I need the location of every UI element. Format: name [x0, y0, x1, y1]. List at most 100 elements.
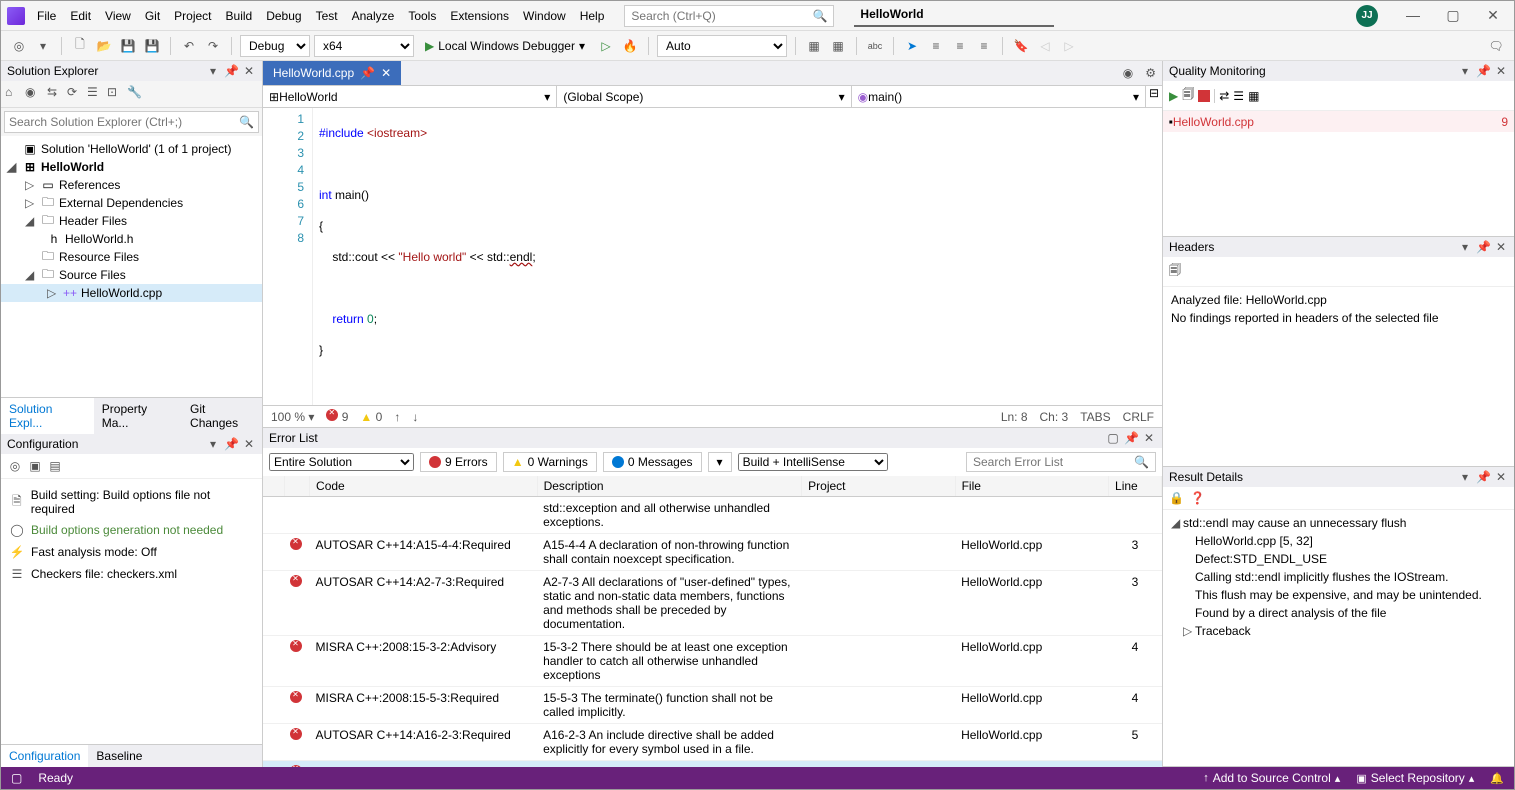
table-row[interactable]: AUTOSAR C++14:A16-2-3:RequiredA16-2-3 An… — [263, 724, 1162, 761]
show-all-icon[interactable]: ⊡ — [107, 85, 125, 103]
code-content[interactable]: #include <iostream> int main() { std::co… — [313, 108, 1162, 405]
tree-header-h[interactable]: hHelloWorld.h — [1, 230, 262, 248]
errors-filter[interactable]: 9 Errors — [420, 452, 497, 472]
menu-extensions[interactable]: Extensions — [450, 9, 509, 23]
start-debug-button[interactable]: ▶Local Windows Debugger▾ — [418, 36, 592, 56]
switch-view-icon[interactable]: ◉ — [25, 85, 43, 103]
maximize-button[interactable]: ▢ — [1438, 7, 1468, 24]
pin-icon[interactable]: 📌 — [1476, 240, 1490, 254]
menu-tools[interactable]: Tools — [408, 9, 436, 23]
outdent-icon[interactable]: ≡ — [950, 36, 970, 56]
cursor-icon[interactable]: ➤ — [902, 36, 922, 56]
menu-test[interactable]: Test — [316, 9, 338, 23]
bm-next-icon[interactable]: ▷ — [1059, 36, 1079, 56]
minimize-button[interactable]: — — [1398, 7, 1428, 24]
close-icon[interactable]: ✕ — [242, 437, 256, 451]
open-document-icon[interactable]: ◉ — [1117, 61, 1139, 85]
table-row[interactable]: MISRA C++:2008:15-5-3:Required15-5-3 The… — [263, 687, 1162, 724]
auto-dropdown[interactable]: Auto — [657, 35, 787, 57]
copy-icon[interactable]: 🗐 — [1169, 263, 1181, 277]
error-source-dropdown[interactable]: Build + IntelliSense — [738, 453, 888, 471]
tree-solution-root[interactable]: ▣Solution 'HelloWorld' (1 of 1 project) — [1, 140, 262, 158]
menu-window[interactable]: Window — [523, 9, 566, 23]
split-icon[interactable]: ⊟ — [1146, 86, 1162, 107]
error-table[interactable]: Code Description Project File Line std::… — [263, 476, 1162, 767]
redo-icon[interactable]: ↷ — [203, 36, 223, 56]
tree-project[interactable]: ◢⊞HelloWorld — [1, 158, 262, 176]
chevron-down-icon[interactable]: ▾ — [1458, 470, 1472, 484]
menu-help[interactable]: Help — [580, 9, 605, 23]
close-icon[interactable]: ✕ — [1494, 470, 1508, 484]
menu-file[interactable]: File — [37, 9, 56, 23]
solution-search-input[interactable] — [9, 115, 239, 129]
tree-source-files[interactable]: ◢🗀Source Files — [1, 266, 262, 284]
code-editor[interactable]: 12345678 #include <iostream> int main() … — [263, 108, 1162, 405]
menu-view[interactable]: View — [105, 9, 131, 23]
tab-baseline[interactable]: Baseline — [88, 745, 150, 767]
feedback-icon[interactable]: 🗨 — [1486, 36, 1506, 56]
window-icon[interactable]: ▢ — [1106, 431, 1120, 445]
tab-solution-explorer[interactable]: Solution Expl... — [1, 398, 94, 434]
pin-icon[interactable]: 📌 — [224, 437, 238, 451]
close-icon[interactable]: ✕ — [1142, 431, 1156, 445]
error-count[interactable]: 9 — [326, 409, 348, 424]
filter-icon[interactable]: ☰ — [1233, 89, 1244, 103]
filter-button[interactable]: ▾ — [708, 452, 732, 472]
sync-icon[interactable]: ⇆ — [47, 85, 65, 103]
stop-icon[interactable] — [1198, 90, 1210, 102]
tree-references[interactable]: ▷▭References — [1, 176, 262, 194]
close-button[interactable]: ✕ — [1478, 7, 1508, 24]
project-config-icon[interactable]: ▣ — [27, 458, 43, 474]
play-icon[interactable]: ▶ — [1169, 89, 1178, 103]
chevron-down-icon[interactable]: ▾ — [206, 64, 220, 78]
tree-source-cpp[interactable]: ▷++HelloWorld.cpp — [1, 284, 262, 302]
table-row[interactable]: MISRA C++:2008:15-3-2:Advisory15-3-2 The… — [263, 636, 1162, 687]
pin-icon[interactable]: 📌 — [224, 64, 238, 78]
add-source-control[interactable]: ↑ Add to Source Control ▴ — [1203, 771, 1340, 785]
notifications-icon[interactable]: 🔔 — [1490, 772, 1504, 785]
config-dropdown[interactable]: Debug — [240, 35, 310, 57]
save-icon[interactable]: 💾 — [118, 36, 138, 56]
help-icon[interactable]: ❓ — [1190, 491, 1205, 505]
editor-tab-active[interactable]: HelloWorld.cpp 📌 ✕ — [263, 61, 401, 85]
home-icon[interactable]: ⌂ — [5, 85, 23, 103]
save-all-icon[interactable]: 💾 — [142, 36, 162, 56]
table-row[interactable]: AUTOSAR C++14:A2-7-3:RequiredA2-7-3 All … — [263, 571, 1162, 636]
qm-file-row[interactable]: 🞍 HelloWorld.cpp 9 — [1163, 111, 1514, 132]
messages-filter[interactable]: 0 Messages — [603, 452, 702, 472]
tree-external-deps[interactable]: ▷🗀External Dependencies — [1, 194, 262, 212]
error-search[interactable]: 🔍 — [966, 452, 1156, 472]
windows-icon[interactable]: ▦ — [828, 36, 848, 56]
nav-fwd-icon[interactable]: ▾ — [33, 36, 53, 56]
project-selector[interactable]: HelloWorld — [854, 5, 1054, 27]
menu-git[interactable]: Git — [145, 9, 160, 23]
nav-scope[interactable]: (Global Scope)▾ — [557, 86, 851, 107]
nav-project[interactable]: ⊞ HelloWorld▾ — [263, 86, 557, 107]
warning-count[interactable]: ▲ 0 — [360, 410, 382, 424]
warnings-filter[interactable]: ▲0 Warnings — [503, 452, 597, 472]
close-icon[interactable]: ✕ — [1494, 64, 1508, 78]
nav-down-icon[interactable]: ↓ — [412, 410, 418, 424]
start-without-debug-icon[interactable]: ▷ — [596, 36, 616, 56]
error-search-input[interactable] — [973, 455, 1134, 469]
abc-icon[interactable]: abc — [865, 36, 885, 56]
tab-configuration[interactable]: Configuration — [1, 745, 88, 767]
comment-icon[interactable]: ≡ — [974, 36, 994, 56]
layout-icon[interactable]: ▦ — [804, 36, 824, 56]
fire-icon[interactable]: 🔥 — [620, 36, 640, 56]
gear-icon[interactable]: ⚙ — [1139, 61, 1162, 85]
filter-icon[interactable]: ☰ — [87, 85, 105, 103]
table-row[interactable]: std::exception and all otherwise unhandl… — [263, 497, 1162, 534]
table-row[interactable]: AUTOSAR C++14:A15-4-4:RequiredA15-4-4 A … — [263, 534, 1162, 571]
global-icon[interactable]: ◎ — [7, 458, 23, 474]
chevron-down-icon[interactable]: ▾ — [206, 437, 220, 451]
indent-icon[interactable]: ≡ — [926, 36, 946, 56]
tree-resource-files[interactable]: 🗀Resource Files — [1, 248, 262, 266]
menu-debug[interactable]: Debug — [266, 9, 301, 23]
result-root[interactable]: ◢std::endl may cause an unnecessary flus… — [1163, 514, 1514, 532]
close-icon[interactable]: ✕ — [381, 66, 391, 80]
menu-build[interactable]: Build — [226, 9, 253, 23]
properties-icon[interactable]: 🔧 — [127, 85, 145, 103]
tab-git-changes[interactable]: Git Changes — [182, 398, 262, 434]
menu-edit[interactable]: Edit — [70, 9, 91, 23]
